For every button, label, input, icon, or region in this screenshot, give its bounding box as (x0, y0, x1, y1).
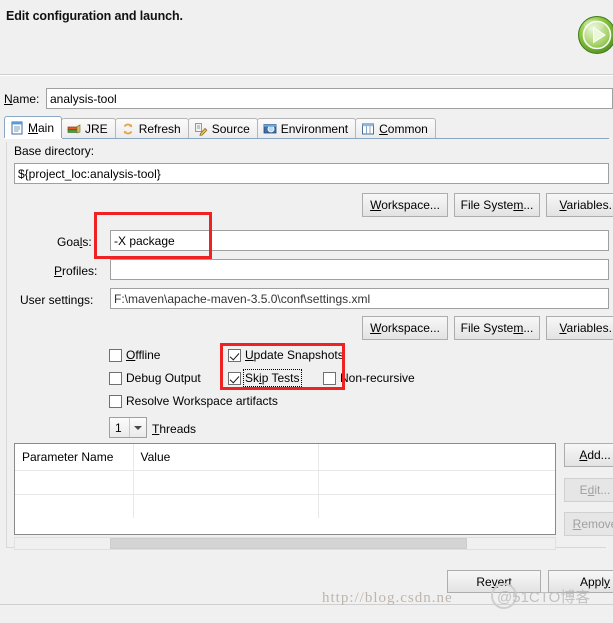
file-system-button-2[interactable]: File System... (454, 316, 540, 340)
tab-jre-label: JRE (85, 121, 108, 136)
table-row[interactable] (15, 493, 555, 518)
source-pencil-icon (194, 122, 208, 136)
variables-button-2[interactable]: Variables... (546, 316, 613, 340)
tab-source[interactable]: Source (187, 118, 258, 138)
threads-combo[interactable]: 1 (109, 417, 147, 438)
offline-checkbox-box[interactable] (109, 348, 122, 362)
table-row[interactable] (15, 469, 555, 494)
workspace-button-2-label: Workspace... (370, 321, 440, 335)
threads-label: Threads (152, 422, 197, 436)
header-divider (0, 74, 613, 76)
checkbox-debug-output[interactable]: Debug Output (109, 371, 201, 385)
column-parameter-name: Parameter Name (15, 444, 134, 470)
workspace-button-2[interactable]: Workspace... (362, 316, 448, 340)
variables-button-1-label: Variables... (559, 198, 613, 212)
workspace-button-1-label: Workspace... (370, 198, 440, 212)
profiles-input[interactable] (110, 259, 609, 280)
checkbox-non-recursive[interactable]: Non-recursive (323, 371, 415, 385)
watermark-url: http://blog.csdn.ne (322, 590, 453, 606)
tab-main[interactable]: Main (4, 116, 63, 138)
horizontal-scrollbar[interactable] (14, 537, 556, 550)
tab-jre[interactable]: JRE (61, 118, 116, 138)
books-icon (67, 122, 81, 136)
chevron-down-icon[interactable] (129, 418, 146, 437)
checkbox-resolve-workspace-artifacts[interactable]: Resolve Workspace artifacts (109, 394, 278, 408)
tab-source-label: Source (211, 121, 250, 136)
workspace-button-1[interactable]: Workspace... (362, 193, 448, 217)
goals-input[interactable] (110, 230, 609, 251)
checkbox-update-snapshots[interactable]: Update Snapshots (228, 348, 344, 362)
tab-common-label: Common (379, 121, 428, 136)
table-header-row: Parameter Name Value (15, 444, 555, 470)
edit-button-label: Edit... (579, 483, 611, 497)
user-settings-label: User settings: (20, 293, 94, 307)
resolve-workspace-artifacts-label: Resolve Workspace artifacts (126, 394, 278, 408)
profiles-label: Profiles: (54, 264, 98, 278)
checkbox-offline[interactable]: Offline (109, 348, 160, 362)
file-system-button-2-label: File System... (460, 321, 534, 335)
column-value: Value (133, 444, 319, 470)
parameters-table[interactable]: Parameter Name Value (14, 443, 556, 535)
tab-environment[interactable]: Environment (256, 118, 357, 138)
scrollbar-thumb[interactable] (110, 538, 467, 549)
resolve-workspace-artifacts-checkbox-box[interactable] (109, 394, 122, 408)
page-title: Edit configuration and launch. (6, 9, 183, 23)
tab-refresh[interactable]: Refresh (114, 118, 189, 138)
column-blank (318, 444, 555, 470)
non-recursive-label: Non-recursive (340, 371, 415, 385)
tab-underline (4, 138, 609, 139)
edit-configuration-dialog: Edit configuration and launch. Name: ana… (0, 0, 613, 623)
file-system-button-1-label: File System... (460, 198, 534, 212)
non-recursive-checkbox-box[interactable] (323, 371, 336, 385)
offline-label: Offline (126, 348, 161, 362)
goals-label: Goals: (57, 235, 92, 249)
tab-main-label: Main (28, 120, 55, 135)
debug-output-checkbox-box[interactable] (109, 371, 122, 385)
base-directory-label: Base directory: (14, 144, 95, 158)
name-input[interactable] (46, 88, 613, 109)
debug-output-label: Debug Output (126, 371, 201, 385)
checkbox-skip-tests[interactable]: Skip Tests (228, 369, 302, 387)
add-button-label: Add... (579, 448, 611, 462)
tab-environment-label: Environment (280, 121, 349, 136)
remove-button-label: Remove (572, 517, 613, 531)
name-label: Name: (4, 92, 40, 106)
remove-button: Remove (564, 512, 613, 536)
watermark-tag: @51CTO博客 (497, 589, 591, 606)
skip-tests-label: Skip Tests (243, 369, 302, 387)
update-snapshots-checkbox-box[interactable] (228, 348, 241, 362)
skip-tests-checkbox-box[interactable] (228, 371, 241, 385)
update-snapshots-label: Update Snapshots (245, 348, 344, 362)
document-icon (10, 121, 24, 135)
environment-monitor-icon (263, 122, 277, 136)
common-table-icon (361, 122, 375, 136)
variables-button-1[interactable]: Variables... (546, 193, 613, 217)
add-button[interactable]: Add... (564, 443, 613, 467)
tab-common[interactable]: Common (355, 118, 436, 138)
variables-button-2-label: Variables... (559, 321, 613, 335)
refresh-arrows-icon (121, 122, 135, 136)
user-settings-input[interactable] (110, 288, 609, 309)
tab-refresh-label: Refresh (138, 121, 181, 136)
run-launch-icon (577, 15, 613, 55)
threads-value: 1 (115, 420, 122, 435)
base-directory-input[interactable] (14, 163, 609, 184)
file-system-button-1[interactable]: File System... (454, 193, 540, 217)
edit-button: Edit... (564, 478, 613, 502)
tab-strip: Main JRE Refresh Source Environment Comm… (4, 116, 436, 138)
